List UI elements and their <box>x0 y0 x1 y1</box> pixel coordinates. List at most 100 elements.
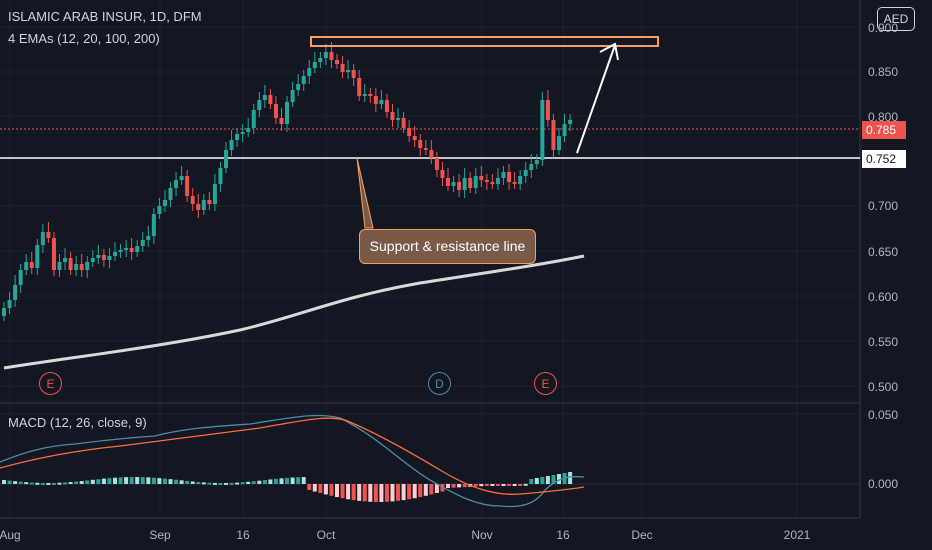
candle-body <box>157 206 162 214</box>
macd-histogram-bar <box>545 476 550 484</box>
price-tick: 0.900 <box>868 21 899 35</box>
macd-histogram-bar <box>323 484 328 495</box>
macd-histogram-bar <box>357 484 362 501</box>
macd-histogram-bar <box>484 484 489 486</box>
price-tick: 0.500 <box>868 380 899 394</box>
macd-histogram-bar <box>151 477 156 484</box>
macd-histogram-bar <box>290 477 295 484</box>
macd-histogram-bar <box>312 484 317 492</box>
candle-body <box>79 264 84 270</box>
candle-body <box>174 180 179 188</box>
candle-body <box>484 180 489 182</box>
macd-histogram-bar <box>201 482 206 485</box>
candle-body <box>518 176 523 184</box>
macd-histogram-bar <box>273 478 278 484</box>
candle-body <box>396 118 401 120</box>
candle-body <box>501 172 506 178</box>
macd-histogram-bar <box>18 481 23 484</box>
macd-histogram-bar <box>235 482 240 485</box>
candle-body <box>440 170 445 178</box>
candle-body <box>473 176 478 188</box>
symbol-title[interactable]: ISLAMIC ARAB INSUR, 1D, DFM <box>8 9 202 24</box>
macd-histogram-bar <box>412 484 417 499</box>
price-tick: 0.650 <box>868 245 899 259</box>
earnings-marker[interactable]: E <box>39 372 62 395</box>
candle-body <box>229 140 234 150</box>
candle-body <box>534 160 539 164</box>
macd-legend[interactable]: MACD (12, 26, close, 9) <box>8 415 147 430</box>
macd-histogram-bar <box>207 482 212 485</box>
macd-histogram-bar <box>307 484 312 490</box>
macd-histogram-bar <box>29 482 34 485</box>
macd-histogram-bar <box>218 482 223 485</box>
support-resistance-callout[interactable]: Support & resistance line <box>359 229 536 264</box>
candle-body <box>495 178 500 184</box>
macd-histogram-bar <box>140 477 145 484</box>
macd-histogram-bar <box>35 482 40 485</box>
resistance-rectangle[interactable] <box>310 36 659 47</box>
ema-legend[interactable]: 4 EMAs (12, 20, 100, 200) <box>8 31 160 46</box>
candle-body <box>13 285 18 300</box>
candle-body <box>329 52 334 60</box>
macd-histogram-bar <box>351 484 356 501</box>
candle-body <box>362 94 367 96</box>
macd-histogram-bar <box>224 482 228 485</box>
macd-histogram-bar <box>512 484 517 486</box>
candle-body <box>240 132 245 134</box>
chart-canvas[interactable] <box>0 0 932 550</box>
earnings-marker[interactable]: E <box>534 372 557 395</box>
price-tick: 0.850 <box>868 65 899 79</box>
candle-body <box>423 148 428 150</box>
macd-histogram-bar <box>46 482 51 485</box>
price-tick: 0.700 <box>868 199 899 213</box>
candle-body <box>29 262 34 268</box>
candle-body <box>96 255 101 258</box>
candle-body <box>384 100 389 112</box>
macd-histogram-bar <box>446 484 450 488</box>
callout-pointer <box>356 157 374 229</box>
candle-body <box>40 232 45 245</box>
candle-body <box>257 100 262 110</box>
macd-histogram-bar <box>340 484 345 499</box>
candle-body <box>479 176 484 180</box>
candle-body <box>262 95 267 100</box>
macd-histogram-bar <box>124 477 129 484</box>
macd-histogram-bar <box>540 477 545 484</box>
support-price-label: 0.752 <box>862 150 906 168</box>
candle-body <box>107 256 112 260</box>
candle-body <box>35 245 40 268</box>
candle-body <box>446 178 450 186</box>
candle-body <box>529 164 534 170</box>
macd-histogram-bar <box>423 484 428 496</box>
candle-body <box>135 246 140 252</box>
candle-body <box>457 182 462 190</box>
arrow-drawing[interactable] <box>576 42 619 154</box>
macd-histogram-bar <box>229 482 234 485</box>
candle-body <box>118 250 123 252</box>
macd-histogram-bar <box>129 477 134 484</box>
macd-histogram-bar <box>296 477 301 484</box>
candle-body <box>468 178 473 188</box>
macd-histogram-bar <box>257 480 262 484</box>
price-tick: 0.550 <box>868 335 899 349</box>
candle-body <box>162 200 167 206</box>
candle-body <box>218 168 223 184</box>
candle-body <box>551 120 556 150</box>
candle-body <box>568 120 573 124</box>
macd-histogram-bar <box>390 484 395 502</box>
candle-body <box>235 134 240 140</box>
dividend-marker[interactable]: D <box>428 372 451 395</box>
macd-histogram-bar <box>85 480 90 484</box>
candle-body <box>90 258 95 262</box>
candle-body <box>562 124 567 136</box>
candle-body <box>296 84 301 90</box>
macd-histogram-bar <box>462 484 467 488</box>
candle-body <box>251 110 256 128</box>
candle-body <box>46 232 51 238</box>
macd-histogram-bar <box>479 484 484 487</box>
macd-histogram-bar <box>79 481 84 484</box>
macd-histogram-bar <box>246 481 251 484</box>
candle-body <box>7 300 12 308</box>
macd-histogram-bar <box>534 478 539 484</box>
candle-body <box>201 200 206 210</box>
